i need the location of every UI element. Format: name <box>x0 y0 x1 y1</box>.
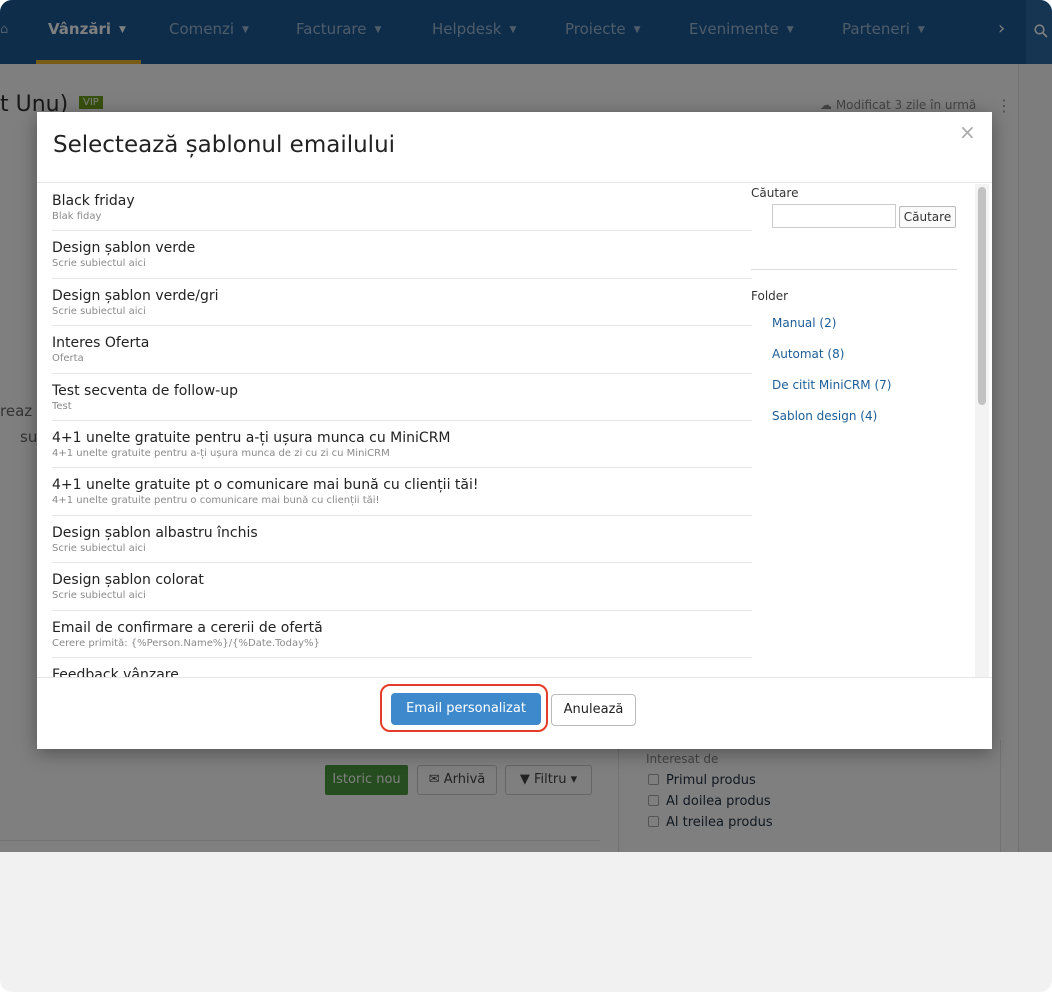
template-subject: Test <box>52 400 72 412</box>
cancel-button[interactable]: Anulează <box>551 694 636 726</box>
divider <box>37 182 992 183</box>
template-name: Interes Oferta <box>52 335 150 352</box>
template-name: Feedback vânzare <box>52 666 179 677</box>
template-subject: 4+1 unelte gratuite pentru o comunicare … <box>52 495 380 507</box>
template-subject: Scrie subiectul aici <box>52 590 146 602</box>
template-list: Black friday Blak fiday Design șablon ver… <box>52 184 752 677</box>
divider <box>37 677 992 678</box>
template-row[interactable]: Email de confirmare a cererii de ofertă C… <box>52 611 752 658</box>
template-row[interactable]: Design șablon colorat Scrie subiectul aic… <box>52 563 752 611</box>
template-list-scrollbar[interactable] <box>975 184 989 677</box>
template-name: 4+1 unelte gratuite pentru a-ți ușura mu… <box>52 429 451 446</box>
template-row[interactable]: Design șablon verde/gri Scrie subiectul a… <box>52 279 752 327</box>
template-search-input[interactable] <box>772 204 896 228</box>
template-row[interactable]: 4+1 unelte gratuite pt o comunicare mai … <box>52 468 752 516</box>
template-subject: Oferta <box>52 353 84 365</box>
template-subject: 4+1 unelte gratuite pentru a-ți ușura mu… <box>52 447 390 459</box>
template-subject: Scrie subiectul aici <box>52 542 146 554</box>
template-name: Test secventa de follow-up <box>52 382 238 399</box>
template-row[interactable]: Design șablon albastru închis Scrie subie… <box>52 516 752 564</box>
template-name: Design șablon albastru închis <box>52 524 258 541</box>
modal-title: Selectează șablonul emailului <box>53 132 396 158</box>
scrollbar-thumb[interactable] <box>978 187 986 405</box>
folder-item-sablon-design[interactable]: Sablon design (4) <box>772 409 877 423</box>
email-personalizat-button[interactable]: Email personalizat <box>391 693 541 725</box>
template-row[interactable]: Design șablon verde Scrie subiectul aici <box>52 231 752 279</box>
template-name: Design șablon verde <box>52 240 196 257</box>
template-row[interactable]: Interes Oferta Oferta <box>52 326 752 374</box>
template-row[interactable]: Feedback vânzare <box>52 658 752 677</box>
folder-item-manual[interactable]: Manual (2) <box>772 316 836 330</box>
folder-label: Folder <box>751 289 789 303</box>
search-label: Căutare <box>751 186 799 200</box>
divider <box>751 269 957 270</box>
template-subject: Scrie subiectul aici <box>52 258 146 270</box>
folder-item-de-citit-minicrm[interactable]: De citit MiniCRM (7) <box>772 378 891 392</box>
template-name: Email de confirmare a cererii de ofertă <box>52 619 323 636</box>
screenshot-frame: ⌂ Vânzări▼ Comenzi▼ Facturare▼ Helpdesk▼… <box>0 0 1052 992</box>
select-email-template-dialog: Selectează șablonul emailului × Black fr… <box>37 112 992 749</box>
template-name: 4+1 unelte gratuite pt o comunicare mai … <box>52 477 479 494</box>
template-row[interactable]: Black friday Blak fiday <box>52 184 752 232</box>
template-name: Design șablon verde/gri <box>52 287 219 304</box>
search-button[interactable]: Căutare <box>899 206 956 228</box>
template-row[interactable]: Test secventa de follow-up Test <box>52 374 752 421</box>
template-subject: Blak fiday <box>52 211 102 222</box>
template-row[interactable]: 4+1 unelte gratuite pentru a-ți ușura mu… <box>52 421 752 469</box>
template-name: Design șablon colorat <box>52 572 204 589</box>
close-icon[interactable]: × <box>959 120 976 144</box>
template-name: Black friday <box>52 193 135 209</box>
template-subject: Cerere primită: {%Person.Name%}/{%Date.T… <box>52 637 320 649</box>
template-subject: Scrie subiectul aici <box>52 305 146 317</box>
folder-item-automat[interactable]: Automat (8) <box>772 347 844 361</box>
